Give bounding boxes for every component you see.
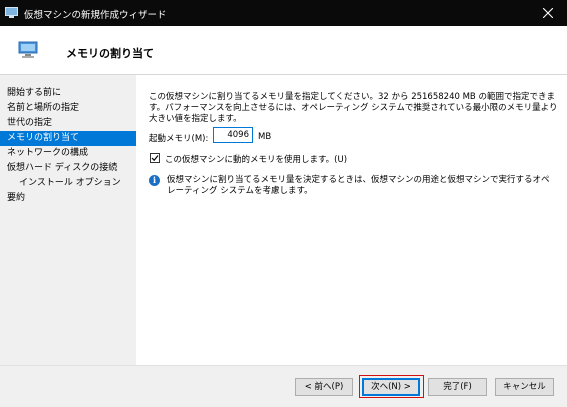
- memory-description: この仮想マシンに割り当てるメモリ量を指定してください。32 から 2516582…: [149, 92, 558, 124]
- back-button[interactable]: < 前へ(P): [295, 378, 353, 396]
- nav-item-network[interactable]: ネットワークの構成: [0, 146, 136, 161]
- info-text: 仮想マシンに割り当てるメモリ量を決定するときは、仮想マシンの用途と仮想マシンで実…: [167, 175, 550, 196]
- dynamic-memory-checkbox[interactable]: [150, 153, 160, 163]
- info-icon: i: [149, 175, 160, 186]
- next-button[interactable]: 次へ(N) >: [362, 378, 420, 396]
- nav-item-virtual-disk[interactable]: 仮想ハード ディスクの接続: [0, 161, 136, 176]
- startup-memory-input[interactable]: 4096: [213, 127, 253, 143]
- page-header: メモリの割り当て: [0, 26, 567, 75]
- wizard-footer: < 前へ(P) 次へ(N) > 完了(F) キャンセル: [0, 365, 567, 407]
- memory-icon: [18, 41, 38, 59]
- nav-item-generation[interactable]: 世代の指定: [0, 116, 136, 131]
- cancel-button[interactable]: キャンセル: [495, 378, 554, 396]
- close-button[interactable]: [529, 0, 567, 26]
- nav-item-before-you-begin[interactable]: 開始する前に: [0, 86, 136, 101]
- title-bar: 仮想マシンの新規作成ウィザード: [0, 0, 567, 26]
- nav-item-summary[interactable]: 要約: [0, 191, 136, 206]
- nav-item-memory[interactable]: メモリの割り当て: [0, 131, 136, 146]
- dynamic-memory-label[interactable]: この仮想マシンに動的メモリを使用します。(U): [165, 153, 347, 165]
- startup-memory-label: 起動メモリ(M):: [149, 134, 209, 144]
- app-icon: [5, 7, 18, 18]
- main-panel: この仮想マシンに割り当てるメモリ量を指定してください。32 から 2516582…: [136, 75, 567, 365]
- wizard-step-nav: 開始する前に 名前と場所の指定 世代の指定 メモリの割り当て ネットワークの構成…: [0, 86, 136, 206]
- memory-unit: MB: [258, 132, 272, 142]
- checkmark-icon: [151, 155, 159, 162]
- nav-item-name-location[interactable]: 名前と場所の指定: [0, 101, 136, 116]
- finish-button[interactable]: 完了(F): [428, 378, 487, 396]
- page-title: メモリの割り当て: [66, 47, 154, 60]
- window-title: 仮想マシンの新規作成ウィザード: [24, 10, 167, 21]
- nav-item-install-options[interactable]: インストール オプション: [0, 176, 136, 191]
- close-icon: [543, 8, 553, 18]
